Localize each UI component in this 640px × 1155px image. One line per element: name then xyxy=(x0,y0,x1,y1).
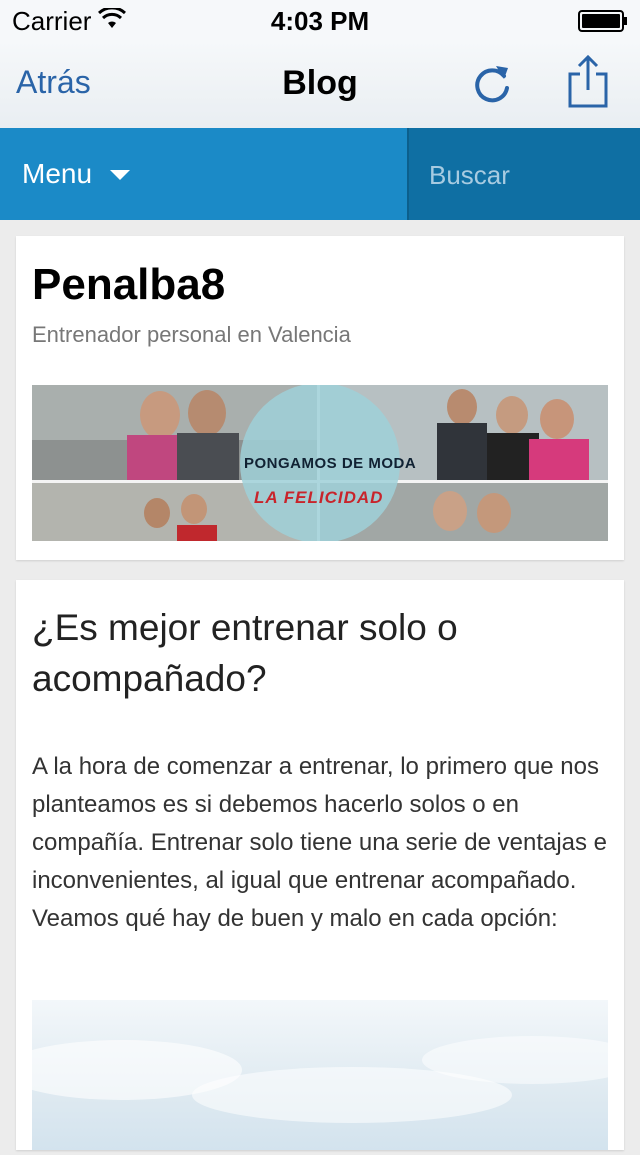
share-icon[interactable] xyxy=(566,54,610,110)
post-image xyxy=(2,1000,640,1150)
page-title: Blog xyxy=(282,64,358,102)
refresh-icon[interactable] xyxy=(470,60,514,108)
post-card: ¿Es mejor entrenar solo o acompañado? A … xyxy=(2,580,640,1150)
caret-down-icon xyxy=(110,170,130,180)
site-title[interactable]: Penalba8 xyxy=(32,260,225,310)
post-image-clouds xyxy=(2,1036,640,1123)
banner-text-line2: LA FELICIDAD xyxy=(254,488,384,507)
site-header-card: Penalba8 Entrenador personal en Valencia xyxy=(16,236,624,560)
search-box[interactable] xyxy=(407,128,640,220)
banner-text-line1: PONGAMOS DE MODA xyxy=(244,455,417,472)
battery-icon xyxy=(578,10,627,32)
header-banner-image: PONGAMOS DE MODA LA FELICIDAD xyxy=(32,385,608,541)
menu-label: Menu xyxy=(22,158,93,189)
status-bar: Carrier 4:03 PM xyxy=(0,0,640,40)
menu-button[interactable]: Menu xyxy=(0,128,406,220)
clock: 4:03 PM xyxy=(270,6,370,36)
navigation-bar: Atrás Blog xyxy=(0,40,640,129)
menu-bar: Menu xyxy=(0,128,640,220)
post-body: A la hora de comenzar a entrenar, lo pri… xyxy=(32,753,608,932)
search-input[interactable] xyxy=(427,154,631,196)
site-subtitle: Entrenador personal en Valencia xyxy=(32,322,351,347)
post-title[interactable]: ¿Es mejor entrenar solo o acompañado? xyxy=(32,602,592,704)
